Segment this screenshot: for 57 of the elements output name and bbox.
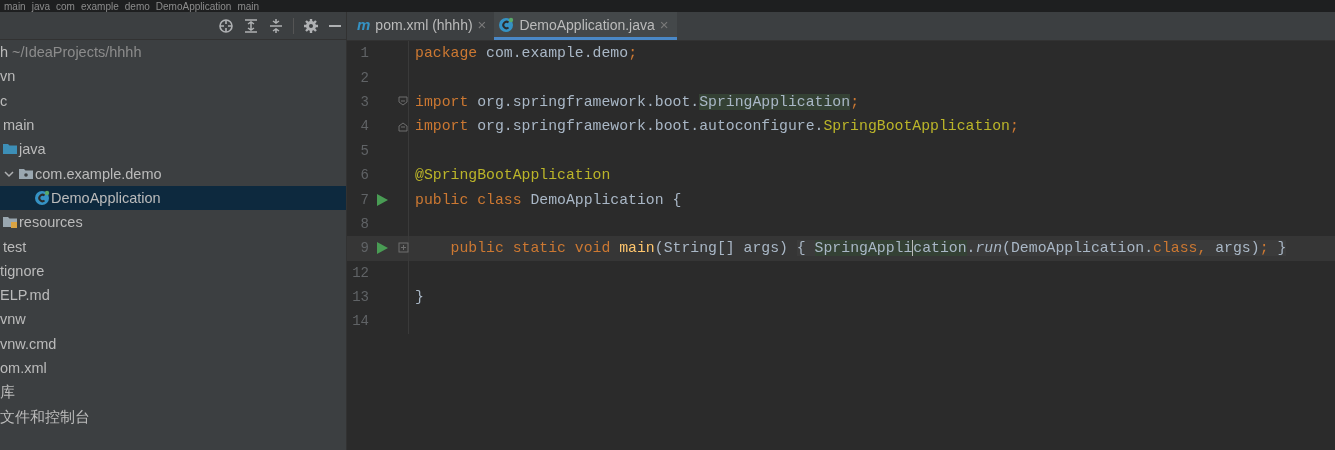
run-icon[interactable] <box>377 193 388 206</box>
line-number: 6 <box>359 167 369 184</box>
collapse-all-icon[interactable] <box>268 17 284 34</box>
tree-item[interactable]: DemoApplication <box>51 189 161 206</box>
settings-icon[interactable] <box>303 17 319 34</box>
tree-item[interactable]: ELP.md <box>0 287 50 304</box>
code-line: public class DemoApplication { <box>415 191 682 208</box>
fold-icon[interactable] <box>398 242 409 255</box>
code-line: @SpringBootApplication <box>415 167 611 184</box>
fold-icon[interactable] <box>398 95 409 108</box>
breadcrumb-item[interactable]: demo <box>124 0 150 12</box>
breadcrumb-item[interactable]: DemoApplication <box>155 0 232 12</box>
tree-item[interactable]: h ~/IdeaProjects/hhhh <box>0 44 142 61</box>
tree-item[interactable]: c <box>0 92 8 109</box>
line-number: 8 <box>359 215 369 232</box>
tree-item[interactable]: java <box>19 141 46 158</box>
tree-item[interactable]: com.example.demo <box>35 165 162 182</box>
tree-item[interactable]: 库 <box>0 382 15 402</box>
folder-icon <box>2 214 18 231</box>
breadcrumb-item[interactable]: main <box>237 0 260 12</box>
tree-item[interactable]: vn <box>0 68 16 85</box>
fold-icon[interactable] <box>398 120 409 133</box>
line-number: 13 <box>351 289 369 306</box>
tree-item[interactable]: vnw.cmd <box>0 335 57 352</box>
breadcrumb-item[interactable]: java <box>31 0 51 12</box>
tree-item[interactable]: om.xml <box>0 360 47 376</box>
code-line: import org.springframework.boot.autoconfigure.SpringBootApplication; <box>415 118 1019 135</box>
tree-item[interactable]: tignore <box>0 262 45 279</box>
line-number: 7 <box>359 191 369 208</box>
tree-item[interactable]: 文件和控制台 <box>0 407 90 427</box>
tree-item[interactable]: main <box>3 117 35 134</box>
line-number: 3 <box>359 93 369 110</box>
class-icon <box>34 189 50 206</box>
breadcrumb-item[interactable]: com <box>56 0 75 12</box>
line-number: 5 <box>359 142 369 159</box>
tree-item[interactable]: test <box>3 238 27 255</box>
tree-item[interactable]: resources <box>19 214 83 231</box>
line-number: 12 <box>351 264 369 281</box>
code-line: import org.springframework.boot.SpringApplication; <box>415 93 859 110</box>
editor-tab[interactable]: m pom.xml (hhhh) × <box>353 12 495 40</box>
breadcrumb-item[interactable]: example <box>80 0 119 12</box>
run-icon[interactable] <box>377 242 388 255</box>
crosshair-icon[interactable] <box>218 17 234 34</box>
code-line: } <box>415 289 424 306</box>
breadcrumb-item[interactable]: main <box>4 0 26 12</box>
class-icon <box>498 16 515 33</box>
selected-row[interactable]: DemoApplication <box>0 185 346 211</box>
line-number: 4 <box>359 118 369 135</box>
line-number: 14 <box>351 313 369 330</box>
chevron-icon[interactable] <box>4 168 14 179</box>
code-line: package com.example.demo; <box>415 45 637 62</box>
editor-tab[interactable]: DemoApplication.java × <box>494 12 677 40</box>
expand-all-icon[interactable] <box>243 17 259 34</box>
line-number: 2 <box>359 69 369 86</box>
line-number: 1 <box>359 45 369 62</box>
code-line: public static void main(String[] args) { SpringApplication.run(DemoApplication.class, args); } <box>449 240 1287 257</box>
tree-item[interactable]: vnw <box>0 311 26 328</box>
